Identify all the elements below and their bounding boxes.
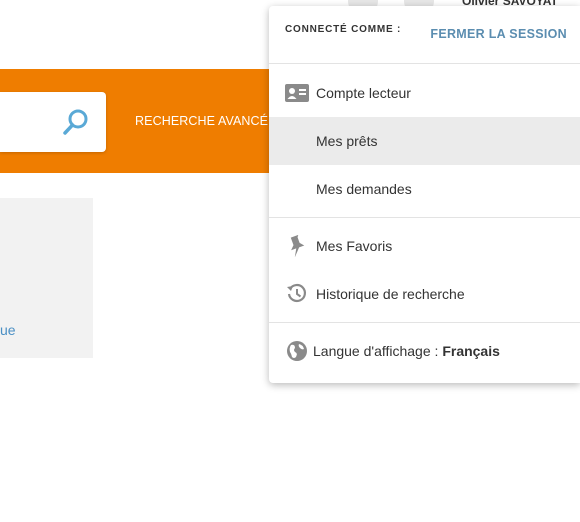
id-card-icon xyxy=(285,81,309,105)
menu-item-search-history[interactable]: Historique de recherche xyxy=(269,270,580,318)
advanced-search-link[interactable]: RECHERCHE AVANCÉE xyxy=(135,114,277,128)
divider xyxy=(269,322,580,323)
account-dropdown: CONNECTÉ COMME : FERMER LA SESSION Compt… xyxy=(269,6,580,383)
language-value: Français xyxy=(442,343,500,359)
menu-item-my-requests[interactable]: Mes demandes xyxy=(269,165,580,213)
language-label-text: Langue d'affichage : xyxy=(313,343,439,359)
pin-icon xyxy=(285,234,309,258)
menu-item-label: Historique de recherche xyxy=(316,286,465,302)
menu-item-reader-account[interactable]: Compte lecteur xyxy=(269,69,580,117)
side-card-link[interactable]: ue xyxy=(0,322,16,338)
menu-item-label: Mes prêts xyxy=(316,133,378,149)
divider xyxy=(269,63,580,64)
search-input[interactable] xyxy=(0,92,106,152)
menu-item-favorites[interactable]: Mes Favoris xyxy=(269,222,580,270)
display-language-label: Langue d'affichage : Français xyxy=(313,343,500,359)
logout-button[interactable]: FERMER LA SESSION xyxy=(430,27,567,41)
menu-item-my-loans[interactable]: Mes prêts xyxy=(269,117,580,165)
menu-item-label: Compte lecteur xyxy=(316,85,411,101)
menu-item-label: Mes demandes xyxy=(316,181,412,197)
globe-icon xyxy=(285,339,309,363)
menu-item-display-language[interactable]: Langue d'affichage : Français xyxy=(269,327,580,375)
history-icon xyxy=(285,282,309,306)
menu-item-label: Mes Favoris xyxy=(316,238,393,254)
divider xyxy=(269,217,580,218)
connected-as-label: CONNECTÉ COMME : xyxy=(285,24,402,35)
search-icon[interactable] xyxy=(62,108,90,136)
